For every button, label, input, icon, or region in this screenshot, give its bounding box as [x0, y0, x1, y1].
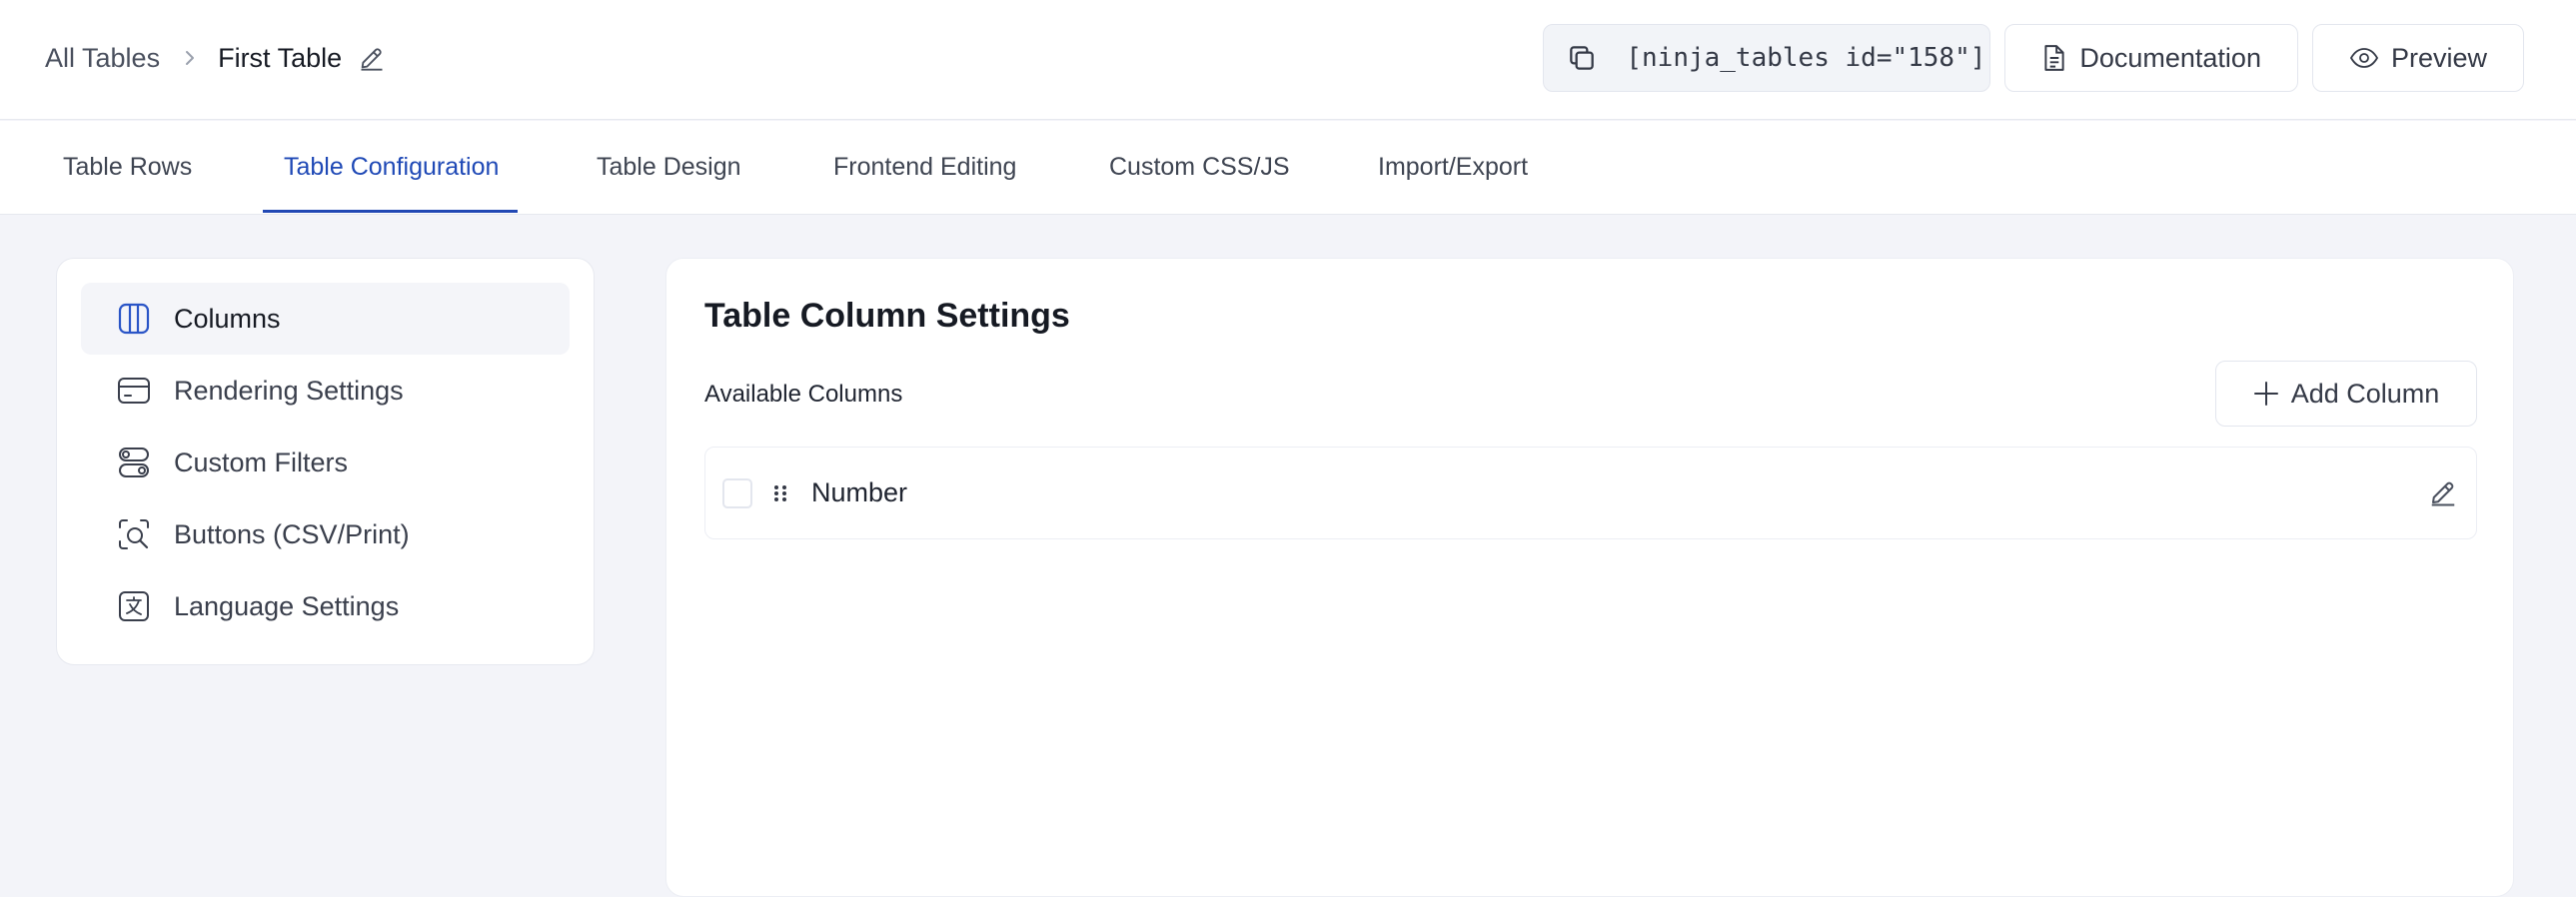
shortcode-copy-field[interactable]: [ninja_tables id="158"]	[1543, 24, 1991, 92]
edit-column-icon[interactable]	[2428, 477, 2458, 507]
page-title: First Table	[218, 42, 343, 73]
documentation-button[interactable]: Documentation	[2004, 24, 2298, 92]
column-settings-panel: Table Column Settings Available Columns …	[665, 258, 2514, 897]
card-icon	[117, 374, 151, 408]
plus-icon	[2253, 381, 2279, 407]
chevron-right-icon	[184, 49, 196, 67]
sidebar-item-custom-filters[interactable]: Custom Filters	[81, 427, 570, 498]
drag-handle-icon[interactable]	[773, 483, 787, 503]
sidebar-item-label: Custom Filters	[174, 447, 349, 477]
breadcrumb: All Tables First Table	[45, 0, 386, 116]
preview-button[interactable]: Preview	[2311, 24, 2524, 92]
column-row: Number	[704, 447, 2477, 539]
sidebar-item-columns[interactable]: Columns	[81, 283, 570, 355]
tab-table-configuration[interactable]: Table Configuration	[284, 121, 499, 214]
sidebar-item-label: Language Settings	[174, 590, 400, 621]
tab-custom-css-js[interactable]: Custom CSS/JS	[1109, 121, 1290, 214]
settings-sidebar: Columns Rendering Settings Custom Filter…	[56, 258, 595, 665]
tab-table-rows[interactable]: Table Rows	[63, 121, 192, 214]
top-bar: All Tables First Table [ninja_tables id=…	[0, 0, 2576, 120]
shortcode-text: [ninja_tables id="158"]	[1626, 43, 1986, 73]
tab-bar: Table Rows Table Configuration Table Des…	[0, 121, 2576, 215]
sidebar-item-label: Columns	[174, 303, 281, 334]
translate-icon	[117, 589, 151, 623]
document-icon	[2041, 44, 2067, 72]
panel-title: Table Column Settings	[704, 297, 1070, 335]
tab-import-export[interactable]: Import/Export	[1378, 121, 1528, 214]
active-tab-indicator	[263, 210, 518, 213]
sidebar-item-label: Buttons (CSV/Print)	[174, 518, 410, 549]
eye-icon	[2349, 47, 2379, 69]
column-name: Number	[811, 477, 908, 507]
available-columns-label: Available Columns	[704, 381, 903, 408]
sidebar-item-buttons-csv-print[interactable]: Buttons (CSV/Print)	[81, 498, 570, 570]
sidebar-item-language-settings[interactable]: Language Settings	[81, 570, 570, 642]
add-column-button[interactable]: Add Column	[2215, 361, 2477, 427]
columns-icon	[117, 302, 151, 336]
edit-title-icon[interactable]	[358, 44, 386, 72]
scan-search-icon	[117, 517, 151, 551]
copy-icon[interactable]	[1566, 42, 1598, 74]
filter-toggles-icon	[117, 446, 151, 479]
add-column-label: Add Column	[2290, 378, 2440, 409]
tab-frontend-editing[interactable]: Frontend Editing	[833, 121, 1016, 214]
sidebar-item-rendering-settings[interactable]: Rendering Settings	[81, 355, 570, 427]
header-actions: [ninja_tables id="158"] Documentation Pr…	[1543, 24, 2524, 92]
tab-table-design[interactable]: Table Design	[597, 121, 741, 214]
breadcrumb-all-tables[interactable]: All Tables	[45, 43, 160, 74]
sidebar-item-label: Rendering Settings	[174, 375, 404, 406]
preview-label: Preview	[2390, 42, 2487, 73]
column-checkbox[interactable]	[722, 477, 752, 508]
documentation-label: Documentation	[2079, 42, 2261, 73]
